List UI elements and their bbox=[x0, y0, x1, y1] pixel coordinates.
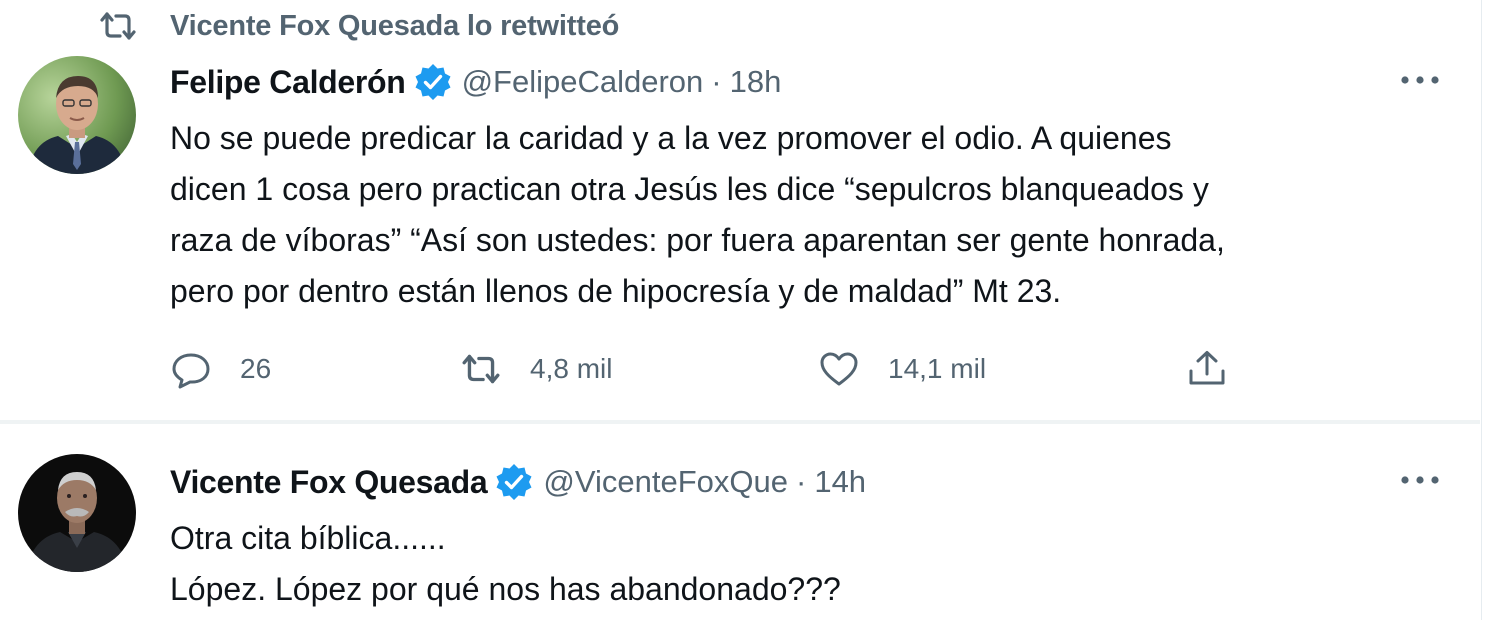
like-button[interactable]: 14,1 mil bbox=[818, 344, 986, 394]
reply-count: 26 bbox=[240, 353, 272, 384]
tweet-fox[interactable]: Vicente Fox Quesada @VicenteFoxQue · 14h… bbox=[0, 424, 1480, 620]
timeline: Vicente Fox Quesada lo retwitteó Felipe … bbox=[0, 0, 1490, 620]
separator-dot: · bbox=[711, 64, 722, 99]
tweet-text-line: Otra cita bíblica...... bbox=[170, 520, 446, 556]
tweet-header: Felipe Calderón @FelipeCalderon · 18h bbox=[170, 60, 781, 104]
author-name[interactable]: Vicente Fox Quesada bbox=[170, 464, 488, 501]
heart-icon bbox=[820, 352, 858, 386]
tweet-text: Otra cita bíblica...... López. López por… bbox=[170, 513, 841, 615]
author-handle[interactable]: @VicenteFoxQue bbox=[543, 464, 788, 500]
verified-badge-icon bbox=[414, 63, 452, 101]
verified-badge-icon bbox=[495, 463, 533, 501]
retweet-button[interactable]: 4,8 mil bbox=[460, 344, 612, 394]
author-name[interactable]: Felipe Calderón bbox=[170, 64, 406, 101]
tweet-calderon[interactable]: Vicente Fox Quesada lo retwitteó Felipe … bbox=[0, 0, 1480, 420]
retweet-context[interactable]: Vicente Fox Quesada lo retwitteó bbox=[98, 6, 619, 46]
avatar-fox-image bbox=[18, 454, 136, 572]
retweet-icon bbox=[100, 12, 136, 40]
reply-icon bbox=[172, 353, 210, 389]
more-options-button[interactable] bbox=[1398, 66, 1442, 94]
like-count: 14,1 mil bbox=[888, 353, 987, 384]
tweet-header: Vicente Fox Quesada @VicenteFoxQue · 14h bbox=[170, 460, 866, 504]
avatar[interactable] bbox=[18, 454, 136, 572]
share-button[interactable] bbox=[1186, 344, 1228, 394]
avatar-calderon-image bbox=[18, 56, 136, 174]
retweet-context-label: Vicente Fox Quesada lo retwitteó bbox=[170, 9, 620, 42]
tweet-text-line: raza de víboras” “Así son ustedes: por f… bbox=[170, 222, 1225, 258]
tweet-text-line: dicen 1 cosa pero practican otra Jesús l… bbox=[170, 171, 1209, 207]
retweet-count: 4,8 mil bbox=[530, 353, 613, 384]
more-icon bbox=[1401, 76, 1439, 84]
tweet-text-line: López. López por qué nos has abandonado?… bbox=[170, 571, 841, 607]
timestamp[interactable]: 14h bbox=[814, 464, 866, 500]
retweet-icon bbox=[462, 354, 500, 384]
tweet-text: No se puede predicar la caridad y a la v… bbox=[170, 113, 1225, 317]
author-handle[interactable]: @FelipeCalderon bbox=[462, 64, 704, 100]
tweet-text-line: pero por dentro están llenos de hipocres… bbox=[170, 273, 1062, 309]
column-border bbox=[1481, 0, 1482, 620]
timestamp[interactable]: 18h bbox=[730, 64, 782, 100]
reply-button[interactable]: 26 bbox=[170, 344, 271, 394]
more-icon bbox=[1401, 476, 1439, 484]
avatar[interactable] bbox=[18, 56, 136, 174]
separator-dot: · bbox=[796, 464, 807, 499]
tweet-text-line: No se puede predicar la caridad y a la v… bbox=[170, 120, 1172, 156]
share-icon bbox=[1189, 351, 1225, 385]
tweet-actions: 26 4,8 mil 14,1 mil bbox=[170, 344, 1250, 394]
more-options-button[interactable] bbox=[1398, 466, 1442, 494]
